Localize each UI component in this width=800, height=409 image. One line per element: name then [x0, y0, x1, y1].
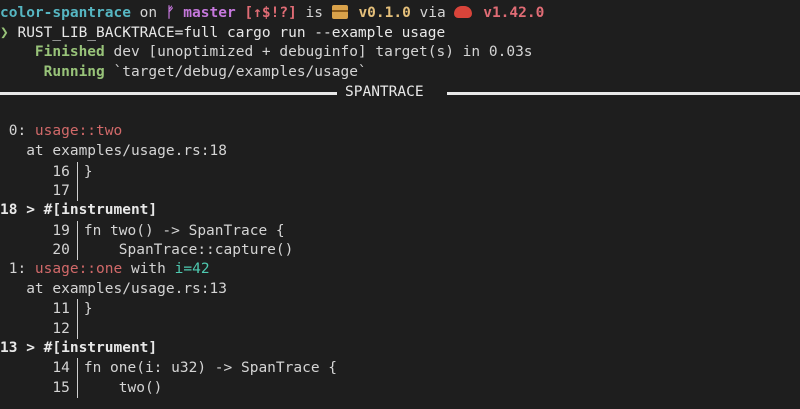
span-name: usage::one [34, 260, 123, 277]
span-frame-1: 1: usage::one with i=42 [0, 260, 800, 280]
line-number: 18 [0, 201, 18, 218]
with-text: with [122, 260, 175, 277]
source-line: 12 [0, 319, 800, 339]
source-code: > #[instrument] [17, 339, 158, 356]
gutter-bar [76, 161, 78, 182]
cargo-running-label: Running [43, 64, 105, 81]
source-line: 11} [0, 299, 800, 319]
line-number: 13 [0, 339, 18, 356]
line-number: 12 [0, 320, 70, 337]
source-code: two() [83, 379, 163, 396]
source-code: } [83, 163, 93, 180]
gutter-bar [76, 378, 78, 398]
header-rule-right [447, 91, 800, 95]
prompt-via-text: via [410, 5, 455, 21]
source-code: SpanTrace::capture() [83, 242, 294, 259]
span-field: i=42 [174, 260, 210, 277]
line-number: 20 [0, 242, 70, 259]
source-line: 17 [0, 181, 800, 201]
gutter-bar [76, 358, 78, 379]
spantrace-header: SPANTRACE [0, 83, 800, 103]
prompt-package-version: v0.1.0 [349, 5, 411, 21]
prompt-directory: color-spantrace [0, 5, 131, 21]
rust-crab-icon [454, 6, 473, 18]
git-branch-icon: ᚠ [165, 5, 175, 21]
source-code: } [83, 301, 93, 318]
source-line-current: 13 > #[instrument] [0, 339, 800, 359]
line-number: 16 [0, 163, 70, 180]
source-line: 19 fn two() -> SpanTrace { [0, 220, 800, 241]
gutter-bar [76, 181, 78, 201]
terminal-window[interactable]: color-spantrace on ᚠ master [↑$!?] is v0… [0, 0, 800, 409]
prompt-on-text: on [130, 5, 166, 21]
prompt-arrow-icon: ❯ [0, 24, 9, 41]
cargo-finished-label: Finished [34, 44, 105, 61]
source-line: 15 two() [0, 378, 800, 398]
line-number: 17 [0, 183, 70, 200]
span-name: usage::two [34, 123, 123, 140]
line-number: 14 [0, 360, 70, 377]
source-line: 20 SpanTrace::capture() [0, 240, 800, 260]
source-line: 14 fn one(i: u32) -> SpanTrace { [0, 358, 800, 379]
cargo-running-line: Running `target/debug/examples/usage` [0, 63, 800, 83]
frame-index: 0: [0, 123, 35, 140]
gutter-bar [76, 319, 78, 339]
span-frame-0: 0: usage::two [0, 122, 800, 142]
source-line-current: 18 > #[instrument] [0, 201, 800, 221]
cargo-finished-line: Finished dev [unoptimized + debuginfo] t… [0, 43, 800, 63]
source-code: fn one(i: u32) -> SpanTrace { [83, 360, 338, 377]
gutter-bar [76, 240, 78, 260]
line-number: 15 [0, 379, 70, 396]
source-code: > #[instrument] [17, 201, 158, 218]
gutter-bar [76, 299, 78, 319]
package-icon [331, 5, 348, 19]
frame-index: 1: [0, 260, 35, 277]
cargo-running-text: `target/debug/examples/usage` [104, 64, 367, 81]
line-number: 11 [0, 301, 70, 318]
source-code: fn two() -> SpanTrace { [83, 222, 285, 239]
header-rule-left [0, 91, 337, 95]
command-text: RUST_LIB_BACKTRACE=full cargo run --exam… [8, 24, 446, 41]
header-label: SPANTRACE [345, 83, 424, 100]
prompt-is-text: is [296, 5, 332, 21]
gutter-bar [76, 220, 78, 241]
line-number: 19 [0, 222, 70, 239]
command-line[interactable]: ❯ RUST_LIB_BACKTRACE=full cargo run --ex… [0, 24, 800, 44]
shell-prompt: color-spantrace on ᚠ master [↑$!?] is v0… [0, 4, 800, 24]
source-line: 16} [0, 161, 800, 182]
prompt-branch: master [174, 5, 236, 21]
frame-location: at examples/usage.rs:18 [0, 142, 227, 159]
cargo-finished-text: dev [unoptimized + debuginfo] target(s) … [104, 44, 533, 61]
frame-location: at examples/usage.rs:13 [0, 280, 227, 297]
prompt-rust-version: v1.42.0 [474, 5, 545, 21]
prompt-git-status: [↑$!?] [235, 5, 297, 21]
